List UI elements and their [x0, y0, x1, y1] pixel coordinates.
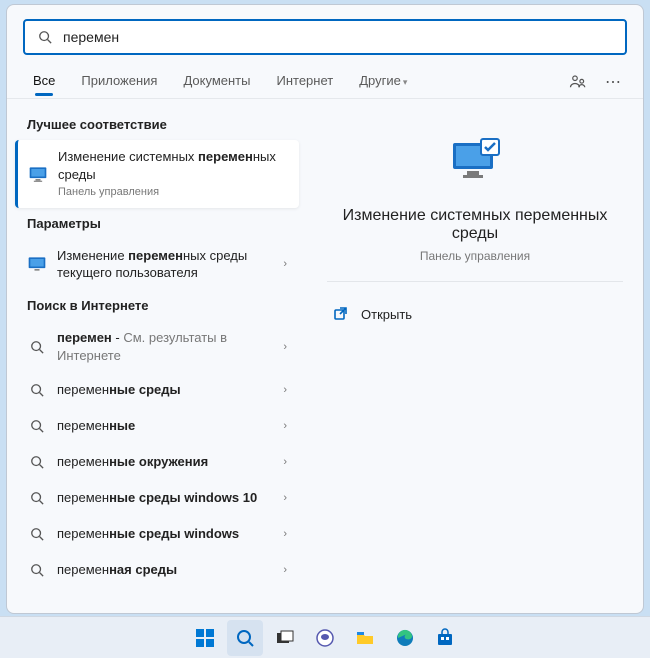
chevron-right-icon: › [283, 341, 287, 353]
results-list: Лучшее соответствие Изменение системных … [7, 99, 307, 613]
taskbar [0, 616, 650, 658]
chevron-down-icon: ▾ [403, 77, 408, 87]
taskbar-search-button[interactable] [227, 620, 263, 656]
preview-title: Изменение системных переменных среды [327, 207, 623, 243]
chevron-right-icon: › [283, 456, 287, 468]
search-icon [27, 488, 47, 508]
taskbar-chat-button[interactable] [307, 620, 343, 656]
web-result[interactable]: переменные среды› [15, 372, 299, 408]
web-result[interactable]: переменные среды windows› [15, 516, 299, 552]
preview-subtitle: Панель управления [420, 249, 530, 263]
web-result[interactable]: переменные окружения› [15, 444, 299, 480]
taskbar-taskview-button[interactable] [267, 620, 303, 656]
open-icon [331, 304, 351, 324]
chevron-right-icon: › [283, 528, 287, 540]
web-result[interactable]: перемен - См. результаты в Интернете› [15, 321, 299, 372]
divider [327, 281, 623, 282]
tab-all[interactable]: Все [23, 65, 65, 98]
taskbar-edge-button[interactable] [387, 620, 423, 656]
tab-internet[interactable]: Интернет [266, 65, 343, 98]
monitor-icon [27, 254, 47, 274]
search-icon [27, 524, 47, 544]
tab-apps[interactable]: Приложения [71, 65, 167, 98]
search-icon [35, 27, 55, 47]
tab-documents[interactable]: Документы [173, 65, 260, 98]
settings-result[interactable]: Изменение переменных среды текущего поль… [15, 239, 299, 290]
result-subtitle: Панель управления [58, 185, 287, 200]
start-button[interactable] [187, 620, 223, 656]
chevron-right-icon: › [283, 384, 287, 396]
search-icon [27, 416, 47, 436]
search-icon [27, 560, 47, 580]
preview-pane: Изменение системных переменных среды Пан… [307, 99, 643, 613]
preview-monitor-check-icon [447, 133, 503, 189]
best-match-result[interactable]: Изменение системных переменных среды Пан… [15, 140, 299, 208]
web-result[interactable]: переменные› [15, 408, 299, 444]
tab-more[interactable]: Другие▾ [349, 65, 417, 98]
account-icon[interactable] [563, 67, 593, 97]
search-icon [27, 452, 47, 472]
search-input[interactable] [63, 29, 615, 45]
monitor-icon [28, 164, 48, 184]
search-row [7, 5, 643, 65]
taskbar-store-button[interactable] [427, 620, 463, 656]
filter-tabs: Все Приложения Документы Интернет Другие… [7, 65, 643, 98]
chevron-right-icon: › [283, 420, 287, 432]
chevron-right-icon: › [283, 564, 287, 576]
search-panel: Все Приложения Документы Интернет Другие… [6, 4, 644, 614]
web-result[interactable]: переменная среды› [15, 552, 299, 588]
section-settings: Параметры [15, 208, 299, 239]
open-action[interactable]: Открыть [327, 296, 623, 332]
more-options-icon[interactable]: ⋯ [599, 66, 627, 98]
taskbar-explorer-button[interactable] [347, 620, 383, 656]
web-result[interactable]: переменные среды windows 10› [15, 480, 299, 516]
search-box[interactable] [23, 19, 627, 55]
search-icon [27, 380, 47, 400]
search-icon [27, 337, 47, 357]
chevron-right-icon: › [283, 492, 287, 504]
section-web-search: Поиск в Интернете [15, 290, 299, 321]
chevron-right-icon: › [283, 258, 287, 270]
section-best-match: Лучшее соответствие [15, 109, 299, 140]
